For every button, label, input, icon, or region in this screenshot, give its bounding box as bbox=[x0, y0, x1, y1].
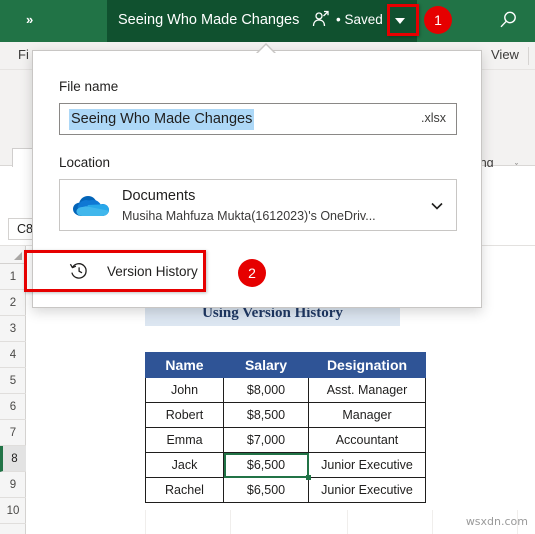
grid-background bbox=[26, 510, 535, 534]
row-header-column: 1 2 3 4 5 6 7 8 9 10 bbox=[0, 264, 26, 534]
table-header-row: Name Salary Designation bbox=[145, 352, 426, 378]
location-label: Location bbox=[59, 155, 111, 170]
title-bar: » Seeing Who Made Changes • Saved bbox=[0, 0, 535, 42]
row-header-8[interactable]: 8 bbox=[0, 446, 26, 472]
tab-view[interactable]: View bbox=[491, 47, 519, 62]
callout-badge-2: 2 bbox=[238, 259, 266, 287]
cell-salary[interactable]: $8,000 bbox=[223, 377, 309, 403]
location-selector[interactable]: Documents Musiha Mahfuza Mukta(1612023)'… bbox=[59, 179, 457, 231]
column-header-name[interactable]: Name bbox=[145, 352, 224, 378]
excel-window: Fi View Clip tting ˇ C8 bbox=[0, 0, 535, 534]
row-header-9[interactable]: 9 bbox=[0, 472, 26, 498]
row-header-10[interactable]: 10 bbox=[0, 498, 26, 524]
row-header-7[interactable]: 7 bbox=[0, 420, 26, 446]
tab-file[interactable]: Fi bbox=[18, 47, 29, 62]
cell-name[interactable]: Jack bbox=[145, 452, 224, 478]
cell-name[interactable]: Robert bbox=[145, 402, 224, 428]
table-row: Rachel $6,500 Junior Executive bbox=[145, 477, 426, 503]
row-header-2[interactable]: 2 bbox=[0, 290, 26, 316]
select-all-corner[interactable] bbox=[0, 246, 26, 264]
cell-salary[interactable]: $8,500 bbox=[223, 402, 309, 428]
search-icon[interactable] bbox=[498, 9, 520, 31]
cell-designation[interactable]: Junior Executive bbox=[308, 477, 426, 503]
file-name-input-value[interactable]: Seeing Who Made Changes bbox=[69, 109, 255, 130]
cell-name[interactable]: Rachel bbox=[145, 477, 224, 503]
table-row: Emma $7,000 Accountant bbox=[145, 427, 426, 453]
cell-designation[interactable]: Asst. Manager bbox=[308, 377, 426, 403]
cell-name[interactable]: Emma bbox=[145, 427, 224, 453]
column-header-salary[interactable]: Salary bbox=[223, 352, 309, 378]
file-name-label: File name bbox=[59, 79, 119, 94]
file-extension-label: .xlsx bbox=[421, 111, 446, 125]
cell-salary-active[interactable]: $6,500 bbox=[223, 452, 312, 481]
cell-salary[interactable]: $7,000 bbox=[223, 427, 309, 453]
watermark: wsxdn.com bbox=[465, 515, 528, 528]
row-header-1[interactable]: 1 bbox=[0, 264, 26, 290]
onedrive-cloud-icon bbox=[72, 194, 110, 218]
panel-callout-beak bbox=[256, 43, 276, 54]
ribbon-tab-divider bbox=[528, 47, 529, 65]
row-header-5[interactable]: 5 bbox=[0, 368, 26, 394]
cell-name[interactable]: John bbox=[145, 377, 224, 403]
employee-data-table: Name Salary Designation John $8,000 Asst… bbox=[145, 352, 426, 503]
row-header-4[interactable]: 4 bbox=[0, 342, 26, 368]
chevron-down-icon[interactable] bbox=[430, 199, 444, 211]
table-row: Jack $6,500 Junior Executive bbox=[145, 452, 426, 481]
callout-badge-1: 1 bbox=[424, 6, 452, 34]
select-all-triangle-icon bbox=[14, 252, 22, 260]
file-name-input[interactable]: Seeing Who Made Changes .xlsx bbox=[59, 103, 457, 135]
highlight-box-title-caret bbox=[387, 4, 419, 36]
table-row: John $8,000 Asst. Manager bbox=[145, 377, 426, 403]
column-header-designation[interactable]: Designation bbox=[308, 352, 426, 378]
location-primary-label: Documents bbox=[122, 188, 196, 204]
row-header-6[interactable]: 6 bbox=[0, 394, 26, 420]
cell-salary[interactable]: $6,500 bbox=[223, 477, 309, 503]
save-status-label[interactable]: • Saved bbox=[336, 10, 383, 30]
quick-access-expand-icon[interactable]: » bbox=[26, 11, 33, 29]
person-share-icon bbox=[311, 9, 331, 29]
cell-designation[interactable]: Accountant bbox=[308, 427, 426, 453]
cell-designation[interactable]: Manager bbox=[308, 402, 426, 428]
table-row: Robert $8,500 Manager bbox=[145, 402, 426, 428]
document-title[interactable]: Seeing Who Made Changes bbox=[118, 10, 299, 30]
location-secondary-label: Musiha Mahfuza Mukta(1612023)'s OneDriv.… bbox=[122, 209, 376, 223]
highlight-box-version-history bbox=[24, 250, 206, 292]
row-header-3[interactable]: 3 bbox=[0, 316, 26, 342]
cell-designation[interactable]: Junior Executive bbox=[308, 452, 426, 478]
